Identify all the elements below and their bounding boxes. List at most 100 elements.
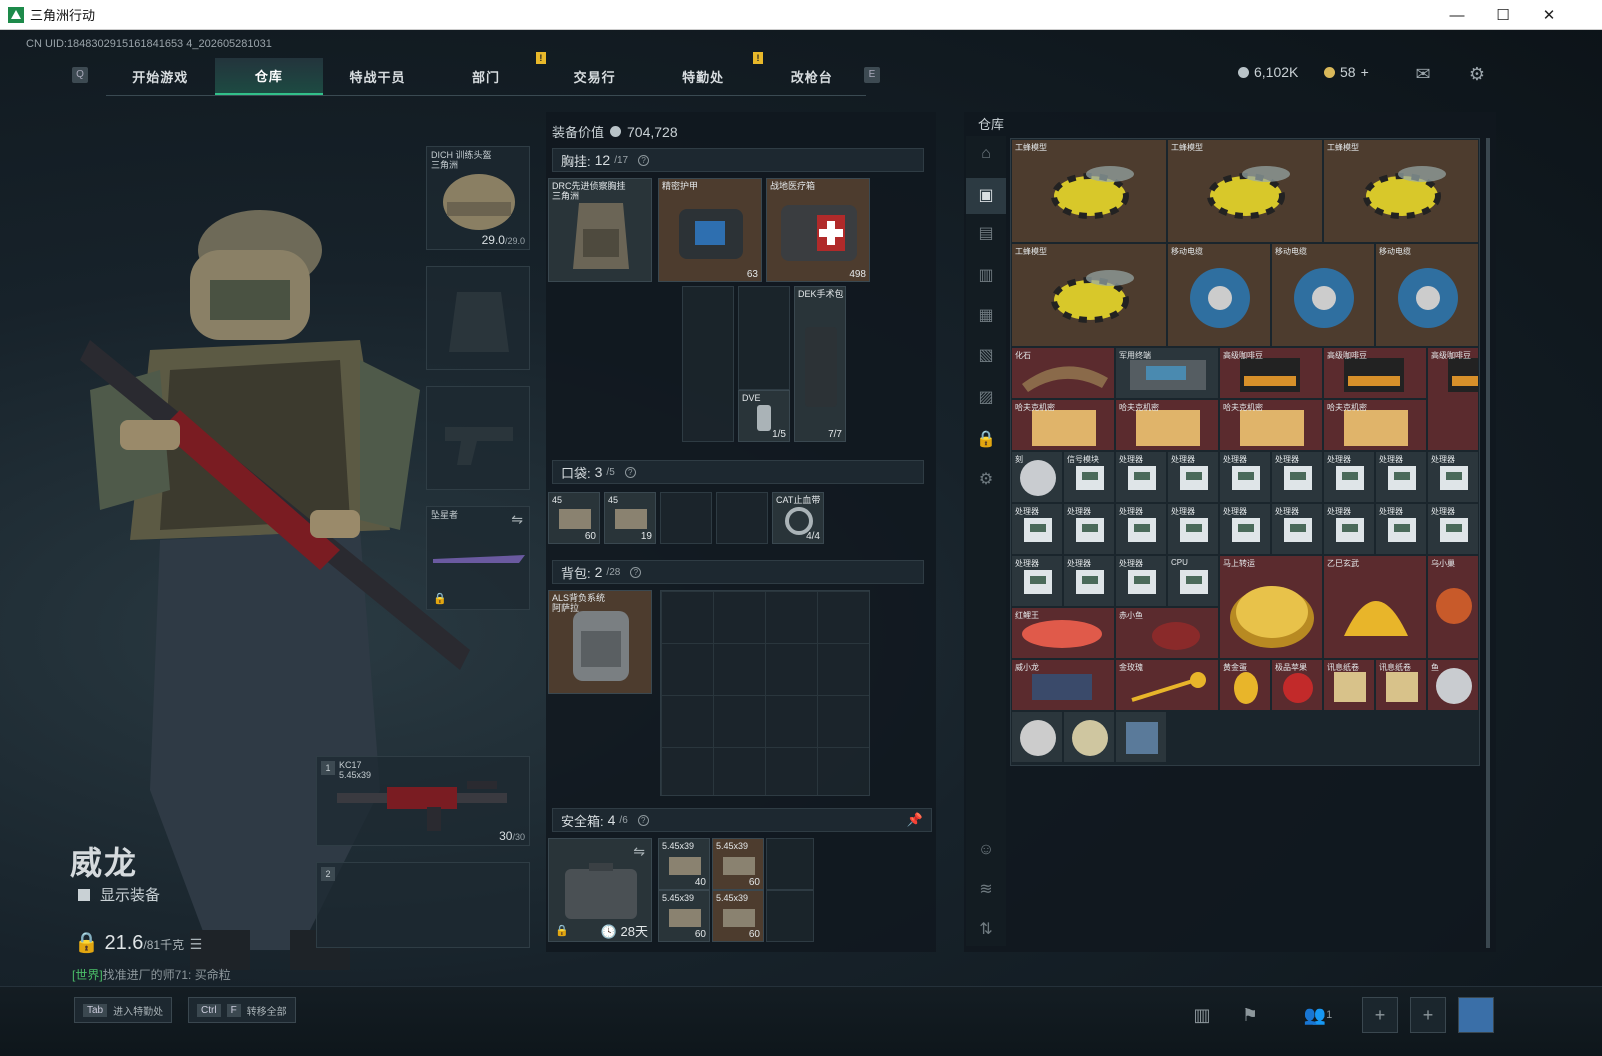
warehouse-item[interactable]: 极品苹果	[1271, 659, 1323, 711]
warehouse-item[interactable]: 工蜂模型	[1323, 139, 1479, 243]
secondary-weapon-slot[interactable]: 2	[316, 862, 530, 948]
pin-icon[interactable]: 📌	[907, 812, 923, 828]
sidebar-ammo-icon[interactable]: ▦	[974, 304, 998, 328]
warehouse-item[interactable]: 工蜂模型	[1167, 139, 1323, 243]
warehouse-item[interactable]: 移动电缆	[1375, 243, 1479, 347]
warehouse-item[interactable]: 处理器	[1011, 555, 1063, 607]
warehouse-item[interactable]: 金玫瑰	[1115, 659, 1219, 711]
sidebar-collectibles-icon[interactable]: ▣	[966, 178, 1006, 214]
warehouse-item[interactable]: 哈夫克机密	[1115, 399, 1219, 451]
warehouse-item[interactable]: 处理器	[1375, 451, 1427, 503]
minimize-button[interactable]: —	[1434, 0, 1480, 30]
help-icon[interactable]: ?	[638, 154, 650, 166]
warehouse-item[interactable]: 刻	[1011, 451, 1063, 503]
sidebar-medical-icon[interactable]: ▧	[974, 344, 998, 368]
show-equipment-toggle[interactable]: 显示装备	[78, 884, 160, 905]
warehouse-item[interactable]	[1063, 711, 1115, 763]
warehouse-item[interactable]: 哈夫克机密	[1323, 399, 1427, 451]
warehouse-item[interactable]: 高级咖啡豆	[1323, 347, 1427, 399]
safebox-slot-empty[interactable]	[766, 838, 814, 890]
ammo-item[interactable]: 5.45x39 60	[712, 838, 764, 890]
injector-item[interactable]: DVE 1/5	[738, 390, 790, 442]
ammo-item[interactable]: 45 60	[548, 492, 600, 544]
warehouse-item[interactable]: 高级咖啡豆	[1219, 347, 1323, 399]
player-avatar[interactable]	[1458, 997, 1494, 1033]
tourniquet-item[interactable]: CAT止血带 4/4	[772, 492, 824, 544]
ammo-item[interactable]: 5.45x39 40	[658, 838, 710, 890]
list-icon[interactable]: ☰	[190, 936, 203, 952]
ammo-item[interactable]: 5.45x39 60	[658, 890, 710, 942]
warehouse-item[interactable]: 赤小鱼	[1115, 607, 1219, 659]
help-icon[interactable]: ?	[624, 466, 636, 478]
warehouse-item[interactable]: 工蜂模型	[1011, 139, 1167, 243]
warehouse-item[interactable]: 处理器	[1271, 451, 1323, 503]
chest-slot-empty[interactable]	[738, 286, 790, 390]
warehouse-scrollbar[interactable]	[1486, 138, 1490, 948]
warehouse-item[interactable]: 哈夫克机密	[1219, 399, 1323, 451]
sidebar-all-icon[interactable]: ⌂	[974, 142, 998, 166]
warehouse-item[interactable]	[1011, 711, 1063, 763]
warehouse-item[interactable]: 黄金蛋	[1219, 659, 1271, 711]
warehouse-item[interactable]: 处理器	[1427, 503, 1479, 555]
warehouse-item[interactable]: 处理器	[1323, 503, 1375, 555]
warehouse-item[interactable]: 处理器	[1323, 451, 1375, 503]
sidebar-misc-icon[interactable]: ▨	[974, 386, 998, 410]
tab-warehouse[interactable]: 仓库	[214, 58, 324, 95]
warehouse-grid[interactable]: 工蜂模型 工蜂模型 工蜂模型 工蜂模型 移动电缆 移动电缆 移动电缆 化石 军用终端 高级咖啡豆高…	[1010, 138, 1480, 766]
tab-gunsmith[interactable]: 改枪台	[757, 58, 866, 95]
armor-slot-empty[interactable]	[426, 266, 530, 370]
warehouse-item[interactable]: CPU	[1167, 555, 1219, 607]
backpack-item[interactable]: ALS背负系统 阿萨拉	[548, 590, 652, 694]
ammo-item[interactable]: 45 19	[604, 492, 656, 544]
stats-chart-icon[interactable]: ▥	[1184, 997, 1220, 1033]
warehouse-item[interactable]: 处理器	[1375, 503, 1427, 555]
warehouse-item[interactable]: 威小龙	[1011, 659, 1115, 711]
warehouse-item[interactable]: 处理器	[1167, 451, 1219, 503]
safebox-slot-empty[interactable]	[766, 890, 814, 942]
warehouse-item[interactable]: 讯息纸卷	[1323, 659, 1375, 711]
ammo-item[interactable]: 5.45x39 60	[712, 890, 764, 942]
sidebar-lock-icon[interactable]: 🔒	[974, 428, 998, 452]
sidebar-person-icon[interactable]: ☺	[974, 838, 998, 862]
world-chat[interactable]: [世界]找准进厂的师71: 买命粒	[72, 966, 231, 983]
warehouse-item[interactable]: 处理器	[1167, 503, 1219, 555]
sidebar-settings-icon[interactable]: ⚙	[974, 468, 998, 492]
mail-icon[interactable]: ✉	[1412, 64, 1434, 84]
checkbox[interactable]	[78, 888, 90, 901]
warehouse-item[interactable]: 处理器	[1219, 503, 1271, 555]
warehouse-item[interactable]: 处理器	[1427, 451, 1479, 503]
warehouse-item[interactable]: 高级咖啡豆	[1427, 347, 1479, 451]
warehouse-item[interactable]: 处理器	[1115, 555, 1167, 607]
settings-gear-icon[interactable]: ⚙	[1466, 64, 1488, 84]
warehouse-item[interactable]: 乙巳玄武	[1323, 555, 1427, 659]
tab-special-ops[interactable]: 特勤处!	[649, 52, 764, 95]
melee-slot[interactable]: 坠星者 ⇋ 🔒	[426, 506, 530, 610]
warehouse-item[interactable]: 处理器	[1115, 451, 1167, 503]
primary-weapon-slot[interactable]: 1 KC17 5.45x39 30/30	[316, 756, 530, 846]
warehouse-item[interactable]: 移动电缆	[1271, 243, 1375, 347]
friends-button[interactable]: 👥 1	[1294, 997, 1342, 1033]
warehouse-item[interactable]: 信号模块	[1063, 451, 1115, 503]
backpack-grid[interactable]	[660, 590, 870, 796]
tab-trade[interactable]: 交易行	[540, 58, 649, 95]
warehouse-item[interactable]: 工蜂模型	[1011, 243, 1167, 347]
warehouse-item[interactable]: 哈夫克机密	[1011, 399, 1115, 451]
warehouse-item[interactable]: 乌小巢	[1427, 555, 1479, 659]
helmet-slot[interactable]: DICH 训练头盔 三角洲 29.0/29.0	[426, 146, 530, 250]
warehouse-item[interactable]: 移动电缆	[1167, 243, 1271, 347]
chest-rig-item[interactable]: DRC先进侦察胸挂 三角洲	[548, 178, 652, 282]
warehouse-item[interactable]: 处理器	[1011, 503, 1063, 555]
pocket-slot-empty[interactable]	[660, 492, 712, 544]
close-button[interactable]: ✕	[1526, 0, 1572, 30]
help-icon[interactable]: ?	[637, 814, 649, 826]
warehouse-item[interactable]: 处理器	[1115, 503, 1167, 555]
warehouse-item[interactable]: 处理器	[1063, 555, 1115, 607]
flag-icon[interactable]: ⚑	[1232, 997, 1268, 1033]
warehouse-item[interactable]: 鱼	[1427, 659, 1479, 711]
safebox-item[interactable]: ⇋ 🔒 🕓 28天	[548, 838, 652, 942]
warehouse-item[interactable]: 讯息纸卷	[1375, 659, 1427, 711]
medkit-item[interactable]: 战地医疗箱 498	[766, 178, 870, 282]
sidebar-sort-icon[interactable]: ⇅	[974, 918, 998, 942]
chest-slot-empty[interactable]	[682, 286, 734, 442]
warehouse-item[interactable]: 处理器	[1063, 503, 1115, 555]
